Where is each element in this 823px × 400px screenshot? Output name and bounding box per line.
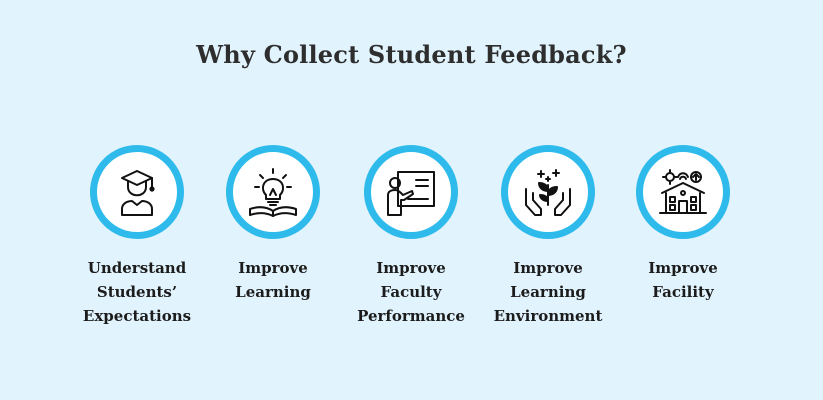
reason-label: Improve Facility bbox=[648, 259, 718, 301]
reason-improve-facility: Improve Facility bbox=[608, 145, 758, 304]
icon-ring bbox=[90, 145, 184, 239]
smart-building-icon bbox=[659, 169, 707, 214]
reason-understand-expectations: Understand Students’ Expectations bbox=[62, 145, 212, 328]
reason-label: Improve Faculty Performance bbox=[357, 259, 465, 325]
reason-label: Understand Students’ Expectations bbox=[82, 259, 192, 325]
icon-ring bbox=[501, 145, 595, 239]
reason-label: Improve Learning bbox=[235, 259, 311, 301]
reason-improve-faculty: Improve Faculty Performance bbox=[336, 145, 486, 328]
reason-improve-environment: Improve Learning Environment bbox=[473, 145, 623, 328]
page-title: Why Collect Student Feedback? bbox=[196, 40, 627, 69]
hands-plant-icon bbox=[525, 169, 571, 216]
lightbulb-book-icon bbox=[249, 168, 297, 217]
teacher-board-icon bbox=[387, 171, 435, 216]
reason-improve-learning: Improve Learning bbox=[198, 145, 348, 304]
reason-label: Improve Learning Environment bbox=[493, 259, 603, 325]
icon-ring bbox=[226, 145, 320, 239]
icon-ring bbox=[364, 145, 458, 239]
feedback-reasons: Understand Students’ Expectations Improv… bbox=[0, 145, 823, 345]
graduate-student-icon bbox=[121, 170, 155, 216]
icon-ring bbox=[636, 145, 730, 239]
